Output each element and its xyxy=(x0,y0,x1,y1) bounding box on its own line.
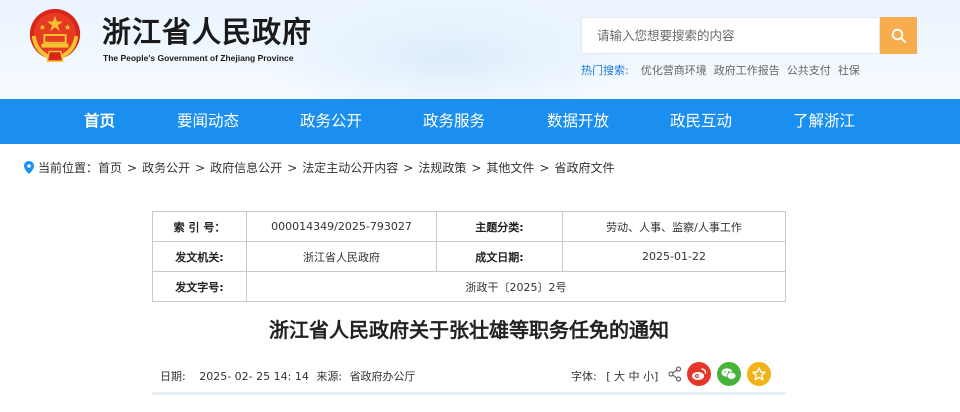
date-label: 成文日期: xyxy=(436,241,563,272)
issuer-value: 浙江省人民政府 xyxy=(246,241,437,272)
breadcrumb-separator: > xyxy=(403,160,414,175)
breadcrumb-item-other-files[interactable]: 其他文件 xyxy=(486,159,534,176)
hot-link-public-payment[interactable]: 公共支付 xyxy=(787,62,831,78)
breadcrumb-item-regulations[interactable]: 法规政策 xyxy=(418,159,466,176)
weibo-icon xyxy=(692,368,707,380)
nav-item-interaction[interactable]: 政民互动 xyxy=(670,99,732,144)
breadcrumb-item-gov-info[interactable]: 政府信息公开 xyxy=(210,159,282,176)
topic-value: 劳动、人事、监察/人事工作 xyxy=(562,211,786,242)
date-meta-value: 2025- 02- 25 14: 14 xyxy=(199,370,309,383)
topic-label: 主题分类: xyxy=(436,211,563,242)
nav-item-home[interactable]: 首页 xyxy=(84,99,115,144)
table-row: 发文机关: 浙江省人民政府 成文日期: 2025-01-22 xyxy=(152,241,786,272)
date-value: 2025-01-22 xyxy=(562,241,786,272)
article-divider xyxy=(152,392,786,395)
search-button[interactable] xyxy=(880,17,917,54)
breadcrumb-prefix: 当前位置： xyxy=(38,161,99,175)
issuer-label: 发文机关: xyxy=(152,241,247,272)
table-row: 索 引 号： 000014349/2025-793027 主题分类: 劳动、人事… xyxy=(152,211,786,242)
search-box xyxy=(581,17,880,54)
favorite-star-icon xyxy=(752,367,766,381)
article-meta-info: 日期: 2025- 02- 25 14: 14 来源: 省政府办公厅 xyxy=(160,368,416,384)
search-icon xyxy=(891,28,906,43)
nav-item-gov-affairs-public[interactable]: 政务公开 xyxy=(300,99,362,144)
breadcrumb-item-statutory-content[interactable]: 法定主动公开内容 xyxy=(302,159,398,176)
hot-search-label: 热门搜索: xyxy=(581,64,629,77)
favorite-button[interactable] xyxy=(747,362,771,386)
site-header: 浙江省人民政府 The People's Government of Zheji… xyxy=(0,0,960,99)
breadcrumb-separator: > xyxy=(287,160,298,175)
nav-item-open-data[interactable]: 数据开放 xyxy=(547,99,609,144)
hot-link-work-report[interactable]: 政府工作报告 xyxy=(714,62,780,78)
nav-item-news[interactable]: 要闻动态 xyxy=(177,99,239,144)
hot-search: 热门搜索: 优化营商环境 政府工作报告 公共支付 社保 xyxy=(581,62,867,78)
breadcrumb-separator: > xyxy=(471,160,482,175)
table-row: 发文字号: 浙政干〔2025〕2号 xyxy=(152,271,786,302)
share-wechat-button[interactable] xyxy=(717,362,741,386)
font-label: 字体: xyxy=(571,370,597,383)
breadcrumb-item-home[interactable]: 首页 xyxy=(98,159,122,176)
hot-link-social-security[interactable]: 社保 xyxy=(838,62,860,78)
site-title[interactable]: 浙江省人民政府 xyxy=(102,9,312,51)
breadcrumb: 当前位置： 首页 > 政务公开 > 政府信息公开 > 法定主动公开内容 > 法规… xyxy=(24,159,615,176)
font-size-switcher: 字体: [ 大 中 小] xyxy=(571,368,658,384)
breadcrumb-separator: > xyxy=(539,160,550,175)
share-icon[interactable] xyxy=(668,366,682,382)
breadcrumb-item-gov-affairs[interactable]: 政务公开 xyxy=(142,159,190,176)
index-number-label: 索 引 号： xyxy=(152,211,247,242)
search-input[interactable] xyxy=(582,18,879,53)
nav-item-gov-services[interactable]: 政务服务 xyxy=(423,99,485,144)
date-meta-label: 日期: xyxy=(160,370,186,383)
nav-item-about-zhejiang[interactable]: 了解浙江 xyxy=(793,99,855,144)
breadcrumb-item-provincial-files[interactable]: 省政府文件 xyxy=(554,159,614,176)
article-meta: 日期: 2025- 02- 25 14: 14 来源: 省政府办公厅 字体: [… xyxy=(152,360,786,390)
document-info-table: 索 引 号： 000014349/2025-793027 主题分类: 劳动、人事… xyxy=(152,211,786,302)
hot-link-business-env[interactable]: 优化营商环境 xyxy=(641,62,707,78)
main-nav: 首页 要闻动态 政务公开 政务服务 数据开放 政民互动 了解浙江 xyxy=(0,99,960,144)
breadcrumb-separator: > xyxy=(127,160,138,175)
doc-number-label: 发文字号: xyxy=(152,271,247,302)
wechat-icon xyxy=(721,368,737,380)
location-pin-icon xyxy=(24,161,34,174)
article-title: 浙江省人民政府关于张壮雄等职务任免的通知 xyxy=(269,318,669,342)
share-weibo-button[interactable] xyxy=(687,362,711,386)
breadcrumb-separator: > xyxy=(195,160,206,175)
site-subtitle: The People's Government of Zhejiang Prov… xyxy=(103,53,294,63)
national-emblem-icon[interactable] xyxy=(26,7,84,65)
index-number-value: 000014349/2025-793027 xyxy=(246,211,437,242)
font-size-options[interactable]: [ 大 中 小] xyxy=(606,370,658,383)
doc-number-value: 浙政干〔2025〕2号 xyxy=(246,271,786,302)
source-label: 来源: xyxy=(316,370,343,383)
source-value: 省政府办公厅 xyxy=(349,370,416,383)
